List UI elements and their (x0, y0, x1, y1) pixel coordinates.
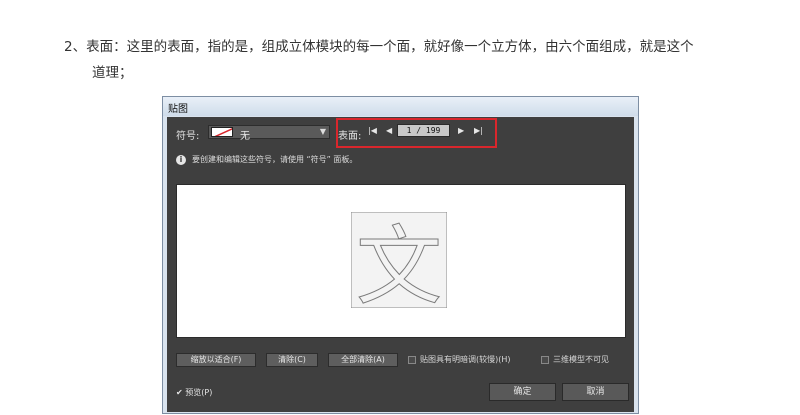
info-text: 要创建和编辑这些符号，请使用 “符号” 面板。 (192, 155, 358, 164)
shade-artwork-checkbox[interactable]: 贴图具有明暗调(较慢)(H) (408, 355, 511, 365)
article-line-1: 2、表面：这里的表面，指的是，组成立体模块的每一个面，就好像一个立方体，由六个面… (64, 39, 694, 55)
symbol-surface-row: 符号: 无 ▼ 表面: |◀ ◀ 1 / 199 ▶ ▶| (167, 117, 634, 148)
checkbox-box (408, 355, 416, 364)
map-art-dialog: 贴图 符号: 无 ▼ 表面: |◀ ◀ 1 / 199 ▶ ▶| i 要创建和编… (162, 96, 639, 414)
dialog-body: 符号: 无 ▼ 表面: |◀ ◀ 1 / 199 ▶ ▶| i 要创建和编辑这些… (167, 117, 634, 412)
dropdown-arrow-icon: ▼ (319, 127, 326, 136)
symbol-label: 符号: (176, 131, 200, 142)
article-line-2: 道理； (92, 65, 133, 81)
symbol-value: 无 (240, 131, 250, 142)
preview-checkbox[interactable]: ✔ 预览(P) (176, 388, 212, 398)
invisible-geometry-checkbox[interactable]: 三维模型不可见 (541, 355, 609, 365)
dialog-titlebar[interactable]: 贴图 (163, 97, 638, 116)
info-icon: i (176, 155, 186, 165)
previous-surface-icon[interactable]: ◀ (386, 126, 392, 135)
shrink-to-fit-button[interactable]: 缩放以适合(F) (176, 353, 256, 367)
preview-glyph-text: 文 (356, 217, 442, 308)
checkbox-box (541, 355, 549, 364)
preview-glyph-artwork: 文 (351, 212, 447, 308)
dialog-title: 贴图 (168, 104, 188, 115)
article-text: 2、表面：这里的表面，指的是，组成立体模块的每一个面，就好像一个立方体，由六个面… (64, 34, 754, 86)
invisible-geometry-label: 三维模型不可见 (553, 355, 609, 364)
no-symbol-swatch-icon (211, 127, 233, 137)
symbol-dropdown[interactable]: 无 ▼ (208, 125, 330, 142)
surface-page-field[interactable]: 1 / 199 (397, 124, 450, 137)
clear-all-button[interactable]: 全部清除(A) (328, 353, 398, 367)
first-surface-icon[interactable]: |◀ (368, 126, 377, 135)
ok-button[interactable]: 确定 (489, 383, 556, 401)
last-surface-icon[interactable]: ▶| (474, 126, 483, 135)
cancel-button[interactable]: 取消 (562, 383, 629, 401)
clear-button[interactable]: 清除(C) (266, 353, 318, 367)
next-surface-icon[interactable]: ▶ (458, 126, 464, 135)
shade-artwork-label: 贴图具有明暗调(较慢)(H) (420, 355, 511, 364)
surface-label: 表面: (338, 131, 362, 142)
checkmark-icon: ✔ (176, 388, 183, 397)
preview-label: 预览(P) (185, 388, 213, 397)
surface-preview[interactable]: 文 (176, 184, 626, 338)
